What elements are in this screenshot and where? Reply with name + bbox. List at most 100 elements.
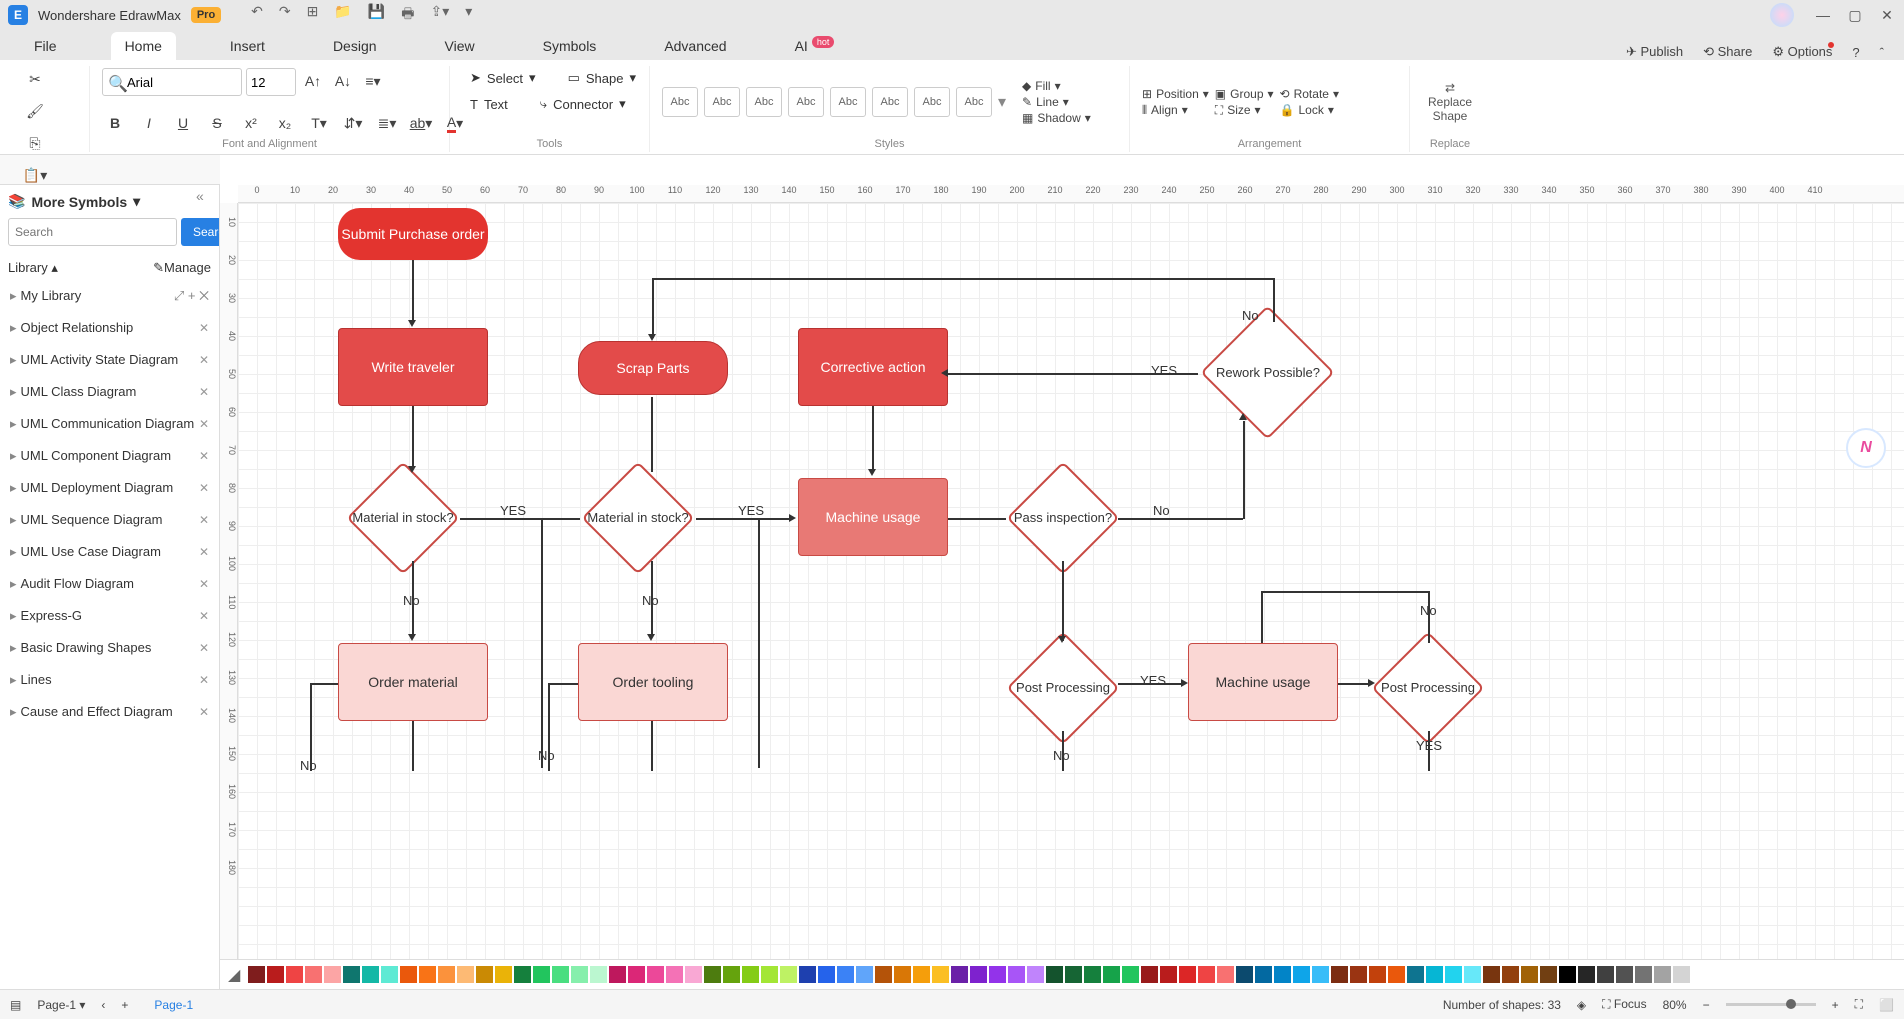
undo-icon[interactable]: ↶ — [251, 3, 263, 27]
color-swatch[interactable] — [1217, 966, 1234, 983]
new-icon[interactable]: ⊞ — [307, 3, 319, 27]
color-swatch[interactable] — [1331, 966, 1348, 983]
color-swatch[interactable] — [894, 966, 911, 983]
color-swatch[interactable] — [400, 966, 417, 983]
tab-insert[interactable]: Insert — [216, 32, 279, 60]
color-swatch[interactable] — [495, 966, 512, 983]
collapse-ribbon-icon[interactable]: ˆ — [1880, 45, 1884, 60]
size-button[interactable]: ⛶ Size ▾ — [1215, 103, 1274, 118]
color-swatch[interactable] — [1654, 966, 1671, 983]
library-item[interactable]: ▸Basic Drawing Shapes✕ — [8, 632, 211, 664]
color-swatch[interactable] — [647, 966, 664, 983]
help-icon[interactable]: ? — [1852, 45, 1859, 60]
style-preset[interactable]: Abc — [956, 87, 992, 117]
color-swatch[interactable] — [1179, 966, 1196, 983]
color-swatch[interactable] — [799, 966, 816, 983]
library-item[interactable]: ▸UML Communication Diagram✕ — [8, 408, 211, 440]
drawing-canvas[interactable]: Submit Purchase order Write traveler Scr… — [238, 203, 1904, 959]
bold-icon[interactable]: B — [102, 110, 128, 136]
tab-home[interactable]: Home — [111, 32, 176, 60]
node-post-processing2[interactable]: Post Processing — [1373, 643, 1483, 733]
shadow-button[interactable]: ▦ Shadow ▾ — [1022, 111, 1091, 125]
color-swatch[interactable] — [1027, 966, 1044, 983]
options-button[interactable]: ⚙ Options — [1772, 44, 1832, 60]
style-preset[interactable]: Abc — [914, 87, 950, 117]
line-button[interactable]: ✎ Line ▾ — [1022, 95, 1091, 109]
style-preset[interactable]: Abc — [746, 87, 782, 117]
color-swatch[interactable] — [780, 966, 797, 983]
color-swatch[interactable] — [723, 966, 740, 983]
color-swatch[interactable] — [1350, 966, 1367, 983]
library-item[interactable]: ▸Express-G✕ — [8, 600, 211, 632]
copy-icon[interactable]: ⎘ — [22, 130, 48, 156]
subscript-icon[interactable]: x₂ — [272, 110, 298, 136]
color-swatch[interactable] — [1008, 966, 1025, 983]
group-button[interactable]: ▣ Group ▾ — [1215, 87, 1274, 101]
minimize-icon[interactable]: — — [1814, 6, 1832, 24]
color-swatch[interactable] — [628, 966, 645, 983]
node-material1[interactable]: Material in stock? — [348, 473, 458, 563]
color-swatch[interactable] — [1084, 966, 1101, 983]
style-preset[interactable]: Abc — [788, 87, 824, 117]
library-item[interactable]: ▸UML Deployment Diagram✕ — [8, 472, 211, 504]
maximize-icon[interactable]: ▢ — [1846, 6, 1864, 24]
eyedropper-icon[interactable]: ◢ — [228, 965, 240, 985]
color-swatch[interactable] — [1046, 966, 1063, 983]
fill-button[interactable]: ◆ Fill ▾ — [1022, 79, 1091, 93]
color-swatch[interactable] — [666, 966, 683, 983]
color-swatch[interactable] — [837, 966, 854, 983]
line-spacing-icon[interactable]: ⇵▾ — [340, 110, 366, 136]
tab-advanced[interactable]: Advanced — [650, 32, 740, 60]
superscript-icon[interactable]: x² — [238, 110, 264, 136]
color-swatch[interactable] — [951, 966, 968, 983]
node-submit[interactable]: Submit Purchase order — [338, 208, 488, 260]
node-pass-inspection[interactable]: Pass inspection? — [1008, 473, 1118, 563]
share-button[interactable]: ⟲ Share — [1703, 44, 1752, 60]
redo-icon[interactable]: ↷ — [279, 3, 291, 27]
style-preset[interactable]: Abc — [662, 87, 698, 117]
qat-more-icon[interactable]: ▾ — [465, 3, 472, 27]
color-swatch[interactable] — [1635, 966, 1652, 983]
color-swatch[interactable] — [552, 966, 569, 983]
color-swatch[interactable] — [1616, 966, 1633, 983]
library-item[interactable]: ▸Cause and Effect Diagram✕ — [8, 696, 211, 728]
color-swatch[interactable] — [1540, 966, 1557, 983]
add-page-icon[interactable]: + — [121, 998, 128, 1012]
position-button[interactable]: ⊞ Position ▾ — [1142, 87, 1209, 101]
symbol-search-button[interactable]: Search — [181, 218, 220, 246]
fullscreen-icon[interactable]: ⬜ — [1879, 998, 1894, 1012]
color-swatch[interactable] — [1369, 966, 1386, 983]
color-swatch[interactable] — [856, 966, 873, 983]
cut-icon[interactable]: ✂ — [22, 66, 48, 92]
list-icon[interactable]: ≣▾ — [374, 110, 400, 136]
color-swatch[interactable] — [1312, 966, 1329, 983]
color-swatch[interactable] — [248, 966, 265, 983]
font-size-select[interactable] — [246, 68, 296, 96]
color-swatch[interactable] — [932, 966, 949, 983]
color-swatch[interactable] — [514, 966, 531, 983]
library-item[interactable]: ▸UML Sequence Diagram✕ — [8, 504, 211, 536]
node-material2[interactable]: Material in stock? — [583, 473, 693, 563]
close-icon[interactable]: ✕ — [1878, 6, 1896, 24]
node-machine-usage2[interactable]: Machine usage — [1188, 643, 1338, 721]
color-swatch[interactable] — [533, 966, 550, 983]
tab-view[interactable]: View — [431, 32, 489, 60]
color-swatch[interactable] — [1692, 966, 1709, 983]
color-swatch[interactable] — [324, 966, 341, 983]
color-swatch[interactable] — [742, 966, 759, 983]
color-swatch[interactable] — [1293, 966, 1310, 983]
color-swatch[interactable] — [343, 966, 360, 983]
color-swatch[interactable] — [1236, 966, 1253, 983]
align-icon[interactable]: ≡▾ — [360, 68, 386, 94]
ai-assistant-fab[interactable]: N — [1846, 428, 1886, 468]
color-swatch[interactable] — [1160, 966, 1177, 983]
color-swatch[interactable] — [267, 966, 284, 983]
replace-shape-button[interactable]: ⇄ Replace Shape — [1428, 81, 1472, 123]
lock-button[interactable]: 🔒 Lock ▾ — [1280, 103, 1339, 117]
symbol-search-input[interactable] — [8, 218, 177, 246]
color-swatch[interactable] — [1464, 966, 1481, 983]
page-selector[interactable]: Page-1 ▾ — [37, 998, 85, 1012]
color-swatch[interactable] — [1065, 966, 1082, 983]
strike-icon[interactable]: S — [204, 110, 230, 136]
color-swatch[interactable] — [1673, 966, 1690, 983]
